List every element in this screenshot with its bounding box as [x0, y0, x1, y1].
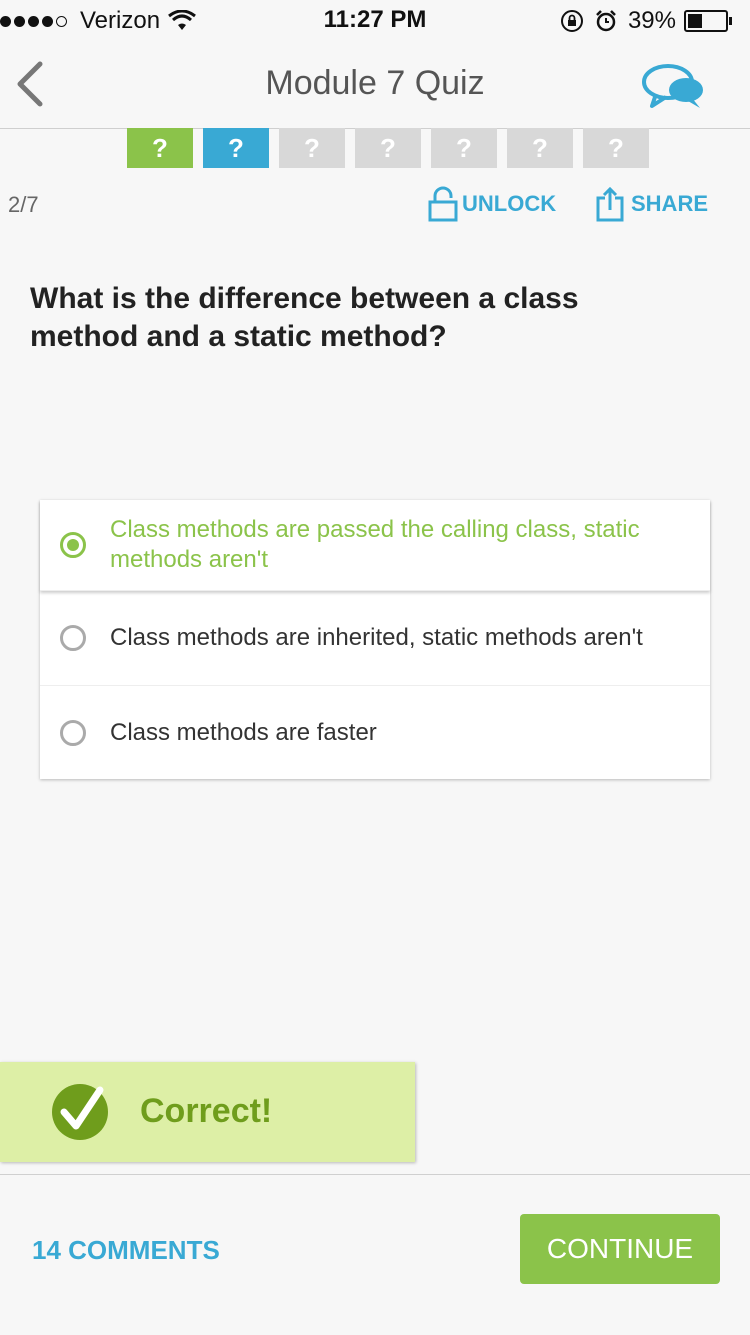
answer-text: Class methods are passed the calling cla…: [110, 516, 640, 573]
question-counter: 2/7: [8, 192, 39, 217]
unlock-button[interactable]: UNLOCK: [428, 186, 556, 222]
progress-step-2[interactable]: ?: [203, 128, 269, 168]
unlock-label: UNLOCK: [462, 191, 557, 216]
share-icon: [596, 186, 624, 222]
navigation-bar: Module 7 Quiz: [0, 40, 750, 129]
quiz-progress: ? ? ? ? ? ? ?: [127, 128, 659, 168]
quiz-content: What is the difference between a class m…: [0, 238, 750, 1174]
battery-percent: 39%: [627, 7, 676, 34]
radio-empty-icon: [60, 625, 86, 651]
feedback-text: Correct!: [140, 1092, 273, 1130]
answer-option-2[interactable]: Class methods are inherited, static meth…: [40, 591, 710, 686]
alarm-icon: [596, 10, 616, 32]
lock-icon: [428, 186, 458, 222]
progress-step-5[interactable]: ?: [431, 128, 497, 168]
discussion-button[interactable]: [640, 60, 710, 116]
progress-step-3[interactable]: ?: [279, 128, 345, 168]
question-text: What is the difference between a class m…: [30, 282, 579, 353]
answer-list: Class methods are passed the calling cla…: [40, 500, 710, 779]
radio-selected-icon: [60, 532, 86, 558]
progress-step-4[interactable]: ?: [355, 128, 421, 168]
share-label: SHARE: [631, 191, 709, 216]
answer-option-3[interactable]: Class methods are faster: [40, 686, 710, 779]
footer-bar: 14 COMMENTS CONTINUE: [0, 1174, 750, 1335]
status-bar: Verizon 11:27 PM 39%: [0, 0, 750, 40]
share-button[interactable]: SHARE: [595, 186, 708, 222]
progress-step-6[interactable]: ?: [507, 128, 573, 168]
radio-empty-icon: [60, 719, 86, 746]
battery-icon: [684, 10, 732, 32]
status-right: 39%: [560, 6, 732, 36]
answer-option-1[interactable]: Class methods are passed the calling cla…: [40, 500, 710, 591]
chat-bubbles-icon: [642, 64, 703, 108]
checkmark-icon: [52, 1084, 108, 1140]
comments-link[interactable]: 14 COMMENTS: [32, 1235, 220, 1266]
orientation-lock-icon: [560, 10, 583, 32]
answer-text: Class methods are faster: [110, 718, 377, 746]
answer-text: Class methods are inherited, static meth…: [110, 624, 643, 651]
feedback-toast: Correct!: [0, 1062, 415, 1162]
page-title: Module 7 Quiz: [265, 64, 485, 102]
continue-button[interactable]: CONTINUE: [520, 1214, 720, 1284]
progress-step-7[interactable]: ?: [583, 128, 649, 168]
progress-step-1[interactable]: ?: [127, 128, 193, 168]
